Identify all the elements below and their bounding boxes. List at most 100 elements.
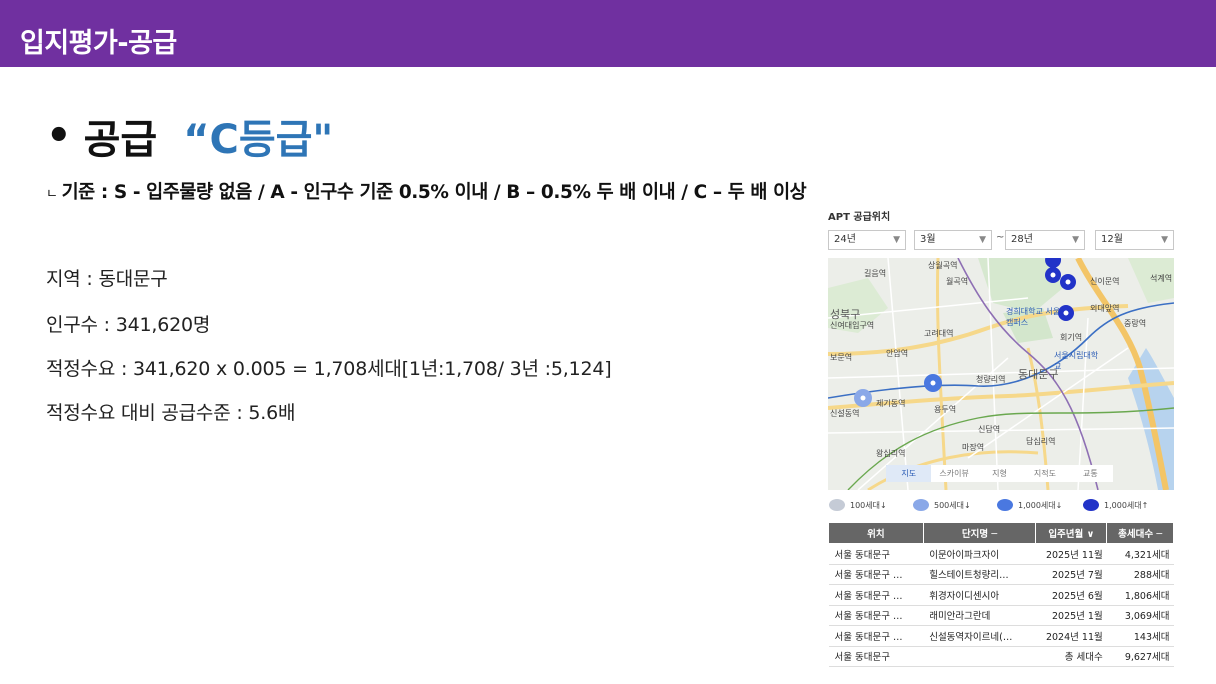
map-label: 고려대역 [924,329,954,338]
map-district-label: 동대문구 [1018,368,1059,381]
apt-supply-table: 위치 단지명 ─ 입주년월 ∨ 총세대수 ─ 서울 동대문구 이문아이파크자이 20… [828,522,1174,667]
map-label: 신설동역 [830,409,860,418]
start-year-select[interactable]: 24년 ▼ [828,230,906,250]
pin-icon [829,499,845,511]
end-month-value: 12월 [1101,234,1123,245]
chevron-down-icon: ▼ [1072,235,1079,245]
cell-complex-name: 휘경자이디센시아 [923,584,1036,606]
map-label: 길음역 [864,269,887,278]
map-label: 용두역 [934,405,957,414]
map-label: 답십리역 [1026,437,1056,446]
cell-location: 서울 동대문구 [828,543,924,565]
cell-complex-name: 래미안라그란데 [923,605,1036,626]
legend-item: 1,000세대↑ [1082,498,1148,512]
map-legend: 100세대↓ 500세대↓ 1,000세대↓ 1,000세대↑ [828,498,1174,514]
legend-item: 500세대↓ [912,498,971,512]
map-label: 신답역 [978,425,1001,434]
tab-traffic[interactable]: 교통 [1068,465,1113,482]
cell-units: 288세대 [1106,564,1174,585]
map-label: 중랑역 [1124,319,1147,328]
cell-units: 1,806세대 [1106,584,1174,606]
info-population: 인구수 : 341,620명 [46,314,211,336]
map-label: 신여대입구역 [830,321,875,330]
end-year-value: 28년 [1011,234,1033,245]
chevron-down-icon: ▼ [1161,235,1168,245]
table-row[interactable]: 서울 동대문구 … 휘경자이디센시아 2025년 6월 1,806세대 [828,584,1174,606]
column-header-location[interactable]: 위치 [828,522,924,544]
map-label: 왕십리역 [876,449,906,458]
chevron-down-icon: ▼ [893,235,900,245]
cell-location: 서울 동대문구 … [828,625,924,647]
map-label: 서울시립대학교 [1054,351,1099,371]
apt-panel-title: APT 공급위치 [828,212,891,223]
criteria-mark: ㄴ [46,187,58,202]
cell-move-in: 총 세대수 [1035,646,1107,667]
tab-map[interactable]: 지도 [886,465,932,482]
legend-label: 500세대↓ [934,500,971,510]
cell-move-in: 2025년 11월 [1035,543,1107,565]
range-separator: ~ [996,232,1005,243]
map-label: 신이문역 [1090,277,1120,286]
chevron-down-icon: ▼ [979,235,986,245]
column-header-move-in[interactable]: 입주년월 ∨ [1035,522,1108,544]
table-row[interactable]: 서울 동대문구 이문아이파크자이 2025년 11월 4,321세대 [828,543,1174,565]
table-row[interactable]: 서울 동대문구 … 신설동역자이르네(… 2024년 11월 143세대 [828,625,1174,647]
map-label: 보문역 [830,353,853,362]
pin-icon [1083,499,1099,511]
tab-skyview[interactable]: 스카이뷰 [931,465,976,482]
info-demand: 적정수요 : 341,620 x 0.005 = 1,708세대[1년:1,70… [46,358,612,380]
cell-move-in: 2024년 11월 [1035,625,1107,647]
cell-location: 서울 동대문구 … [828,605,924,626]
cell-location: 서울 동대문구 [828,646,924,667]
apt-map[interactable]: 길음역 월곡역 상월곡역 신이문역 석계역 외대앞역 경희대학교 서울캠퍼스 회… [828,258,1174,490]
slide-title: 입지평가-공급 [20,28,177,59]
map-label: 회기역 [1060,333,1083,342]
column-header-complex[interactable]: 단지명 ─ [922,522,1037,544]
map-label: 제기동역 [876,399,906,408]
info-ratio: 적정수요 대비 공급수준 : 5.6배 [46,402,296,424]
map-label: 경희대학교 서울캠퍼스 [1006,307,1061,327]
cell-location: 서울 동대문구 … [828,584,924,606]
cell-move-in: 2025년 1월 [1035,605,1107,626]
pin-icon [997,499,1013,511]
start-year-value: 24년 [834,234,856,245]
map-label: 외대앞역 [1090,304,1120,313]
apt-supply-panel: APT 공급위치 24년 ▼ 3월 ▼ ~ 28년 ▼ 12월 ▼ 길음역 월곡… [828,208,1174,668]
map-label: 상월곡역 [928,261,958,270]
start-month-value: 3월 [920,234,936,245]
cell-units: 3,069세대 [1106,605,1174,626]
cell-complex-name [923,646,1036,667]
table-row[interactable]: 서울 동대문구 총 세대수 9,627세대 [828,646,1174,667]
legend-label: 1,000세대↓ [1018,500,1063,510]
cell-complex-name: 이문아이파크자이 [923,543,1036,565]
legend-item: 1,000세대↓ [996,498,1062,512]
end-year-select[interactable]: 28년 ▼ [1005,230,1085,250]
cell-units: 9,627세대 [1106,646,1174,667]
bullet-label: 공급 [83,117,158,163]
map-label: 석계역 [1150,274,1173,283]
header-bar: 입지평가-공급 [0,0,1216,67]
cell-move-in: 2025년 7월 [1035,564,1107,585]
cell-complex-name: 신설동역자이르네(… [923,625,1036,647]
table-header-row: 위치 단지명 ─ 입주년월 ∨ 총세대수 ─ [828,522,1174,544]
bullet-dot: • [46,113,72,159]
end-month-select[interactable]: 12월 ▼ [1095,230,1174,250]
map-label: 월곡역 [946,277,969,286]
table-row[interactable]: 서울 동대문구 … 힐스테이트청량리… 2025년 7월 288세대 [828,564,1174,585]
map-label: 청량리역 [976,375,1006,384]
column-header-units[interactable]: 총세대수 ─ [1106,522,1174,544]
table-row[interactable]: 서울 동대문구 … 래미안라그란데 2025년 1월 3,069세대 [828,605,1174,626]
start-month-select[interactable]: 3월 ▼ [914,230,992,250]
legend-label: 1,000세대↑ [1104,500,1149,510]
map-type-tabs: 지도 스카이뷰 지형 지적도 교통 [886,465,1113,482]
cell-move-in: 2025년 6월 [1035,584,1107,606]
tab-cadastral[interactable]: 지적도 [1022,465,1067,482]
tab-terrain[interactable]: 지형 [977,465,1022,482]
legend-label: 100세대↓ [850,500,887,510]
grade-text: “C등급" [183,117,334,163]
cell-complex-name: 힐스테이트청량리… [923,564,1036,585]
criteria-line: ㄴ 기준 : S - 입주물량 없음 / A - 인구수 기준 0.5% 이내 /… [46,178,807,204]
criteria-text: 기준 : S - 입주물량 없음 / A - 인구수 기준 0.5% 이내 / … [61,182,807,203]
bullet-heading: • 공급 “C등급" [46,108,333,164]
cell-units: 143세대 [1106,625,1174,647]
